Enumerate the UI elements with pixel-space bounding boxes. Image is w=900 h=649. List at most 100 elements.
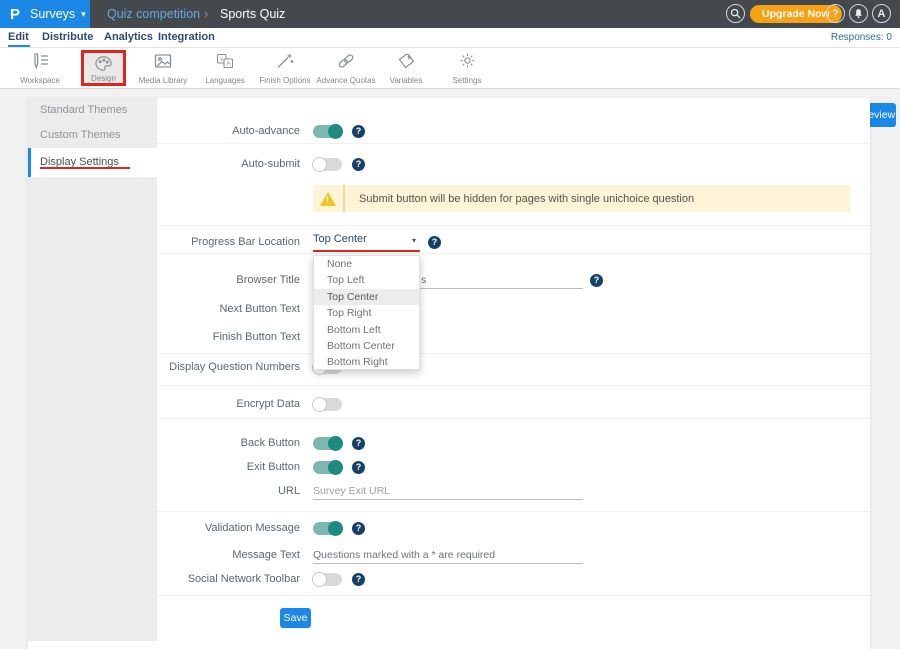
breadcrumb-separator: › [204, 7, 208, 21]
exit-url-input[interactable] [313, 482, 583, 500]
dropdown-option-bottom-right[interactable]: Bottom Right [314, 354, 419, 370]
social-network-toolbar-toggle[interactable] [313, 573, 342, 586]
message-text-input[interactable] [313, 546, 583, 564]
tab-distribute[interactable]: Distribute [42, 31, 93, 43]
variables-icon [397, 52, 416, 69]
toolbar-media-library[interactable]: Media Library [131, 52, 195, 85]
sidebar-item-display-settings[interactable]: Display Settings [28, 148, 157, 177]
validation-message-toggle[interactable] [313, 522, 342, 535]
dropdown-option-bottom-left[interactable]: Bottom Left [314, 322, 419, 338]
display-settings-content: Auto-advance ? Auto-submit ? Submit butt… [157, 98, 870, 649]
help-button[interactable]: ? [826, 4, 845, 23]
toolbar-languages-label: Languages [205, 76, 245, 85]
notifications-button[interactable] [849, 4, 868, 23]
save-button[interactable]: Save [280, 608, 311, 628]
message-text-label: Message Text [157, 549, 300, 562]
design-icon [94, 55, 113, 72]
encrypt-data-label: Encrypt Data [157, 398, 300, 411]
auto-advance-help-icon[interactable]: ? [352, 125, 365, 138]
dropdown-option-none[interactable]: None [314, 256, 419, 272]
toggle-knob [312, 157, 327, 172]
browser-title-label: Browser Title [157, 274, 300, 287]
exit-button-help-icon[interactable]: ? [352, 461, 365, 474]
toolbar-workspace[interactable]: Workspace [10, 52, 70, 85]
tab-integration[interactable]: Integration [158, 31, 215, 43]
dropdown-option-top-left[interactable]: Top Left [314, 272, 419, 288]
tab-edit[interactable]: Edit [8, 31, 29, 43]
back-button-label: Back Button [157, 437, 300, 450]
dropdown-option-top-right[interactable]: Top Right [314, 305, 419, 321]
encrypt-data-toggle[interactable] [313, 398, 342, 411]
social-network-toolbar-label: Social Network Toolbar [157, 573, 300, 586]
toolbar-variables-label: Variables [390, 76, 423, 85]
toolbar-workspace-label: Workspace [20, 76, 60, 85]
design-sidebar: Standard Themes Custom Themes Display Se… [28, 98, 157, 641]
breadcrumb-parent[interactable]: Quiz competition [107, 7, 200, 21]
search-button[interactable] [726, 4, 745, 23]
breadcrumb-current: Sports Quiz [220, 7, 285, 21]
progress-bar-location-help-icon[interactable]: ? [428, 236, 441, 249]
toolbar-finish-options[interactable]: Finish Options [255, 52, 315, 85]
display-question-numbers-label: Display Question Numbers [157, 361, 300, 374]
auto-submit-label: Auto-submit [157, 158, 300, 171]
browser-title-visible-text: s [421, 274, 426, 286]
dropdown-option-top-center[interactable]: Top Center [314, 289, 419, 305]
avatar[interactable]: A [872, 4, 891, 23]
survey-tab-bar: Edit Distribute Analytics Integration Re… [0, 28, 900, 48]
divider [157, 253, 870, 254]
responses-count[interactable]: Responses: 0 [831, 32, 892, 43]
tab-analytics[interactable]: Analytics [104, 31, 153, 43]
toolbar-languages[interactable]: xA Languages [197, 52, 253, 85]
divider [157, 225, 870, 226]
toolbar-design[interactable]: Design [81, 50, 126, 86]
annotation-display-settings-underline [40, 167, 130, 169]
sidebar-item-standard-themes[interactable]: Standard Themes [28, 98, 157, 123]
divider [157, 595, 870, 596]
auto-advance-toggle[interactable] [313, 125, 342, 138]
sidebar-item-custom-themes[interactable]: Custom Themes [28, 123, 157, 148]
surveys-menu[interactable]: P Surveys ▾ [0, 0, 90, 28]
progress-bar-location-dropdown: None Top Left Top Center Top Right Botto… [313, 255, 420, 370]
progress-bar-location-label: Progress Bar Location [157, 236, 300, 249]
surveys-menu-label: Surveys [30, 7, 75, 21]
finish-options-icon [275, 52, 295, 70]
validation-message-label: Validation Message [157, 522, 300, 535]
progress-bar-location-value: Top Center [313, 233, 367, 245]
workspace-icon [30, 52, 50, 70]
back-button-toggle[interactable] [313, 437, 342, 450]
exit-button-toggle[interactable] [313, 461, 342, 474]
toggle-knob [328, 436, 343, 451]
warning-text: Submit button will be hidden for pages w… [359, 193, 694, 205]
auto-submit-help-icon[interactable]: ? [352, 158, 365, 171]
divider [157, 353, 870, 354]
toolbar-advance-quotas[interactable]: Advance Quotas [317, 52, 375, 85]
toggle-knob [312, 572, 327, 587]
toolbar-media-library-label: Media Library [139, 76, 187, 85]
media-library-icon [153, 52, 173, 70]
toggle-knob [328, 124, 343, 139]
browser-title-help-icon[interactable]: ? [590, 274, 603, 287]
toolbar-settings[interactable]: Settings [443, 52, 491, 85]
auto-submit-toggle[interactable] [313, 158, 342, 171]
dropdown-option-bottom-center[interactable]: Bottom Center [314, 338, 419, 354]
app-window: P Surveys ▾ Quiz competition › Sports Qu… [0, 0, 900, 649]
progress-bar-location-select[interactable]: Top Center ▾ [313, 233, 420, 249]
divider [157, 418, 870, 419]
next-button-text-label: Next Button Text [157, 303, 300, 316]
toolbar-variables[interactable]: Variables [380, 52, 432, 85]
svg-text:A: A [226, 61, 231, 68]
social-network-toolbar-help-icon[interactable]: ? [352, 573, 365, 586]
annotation-progress-select-underline [313, 250, 420, 252]
design-toolbar: Workspace Design Media Library xA Langua… [0, 48, 900, 89]
question-icon: ? [832, 8, 839, 20]
toolbar-design-label: Design [91, 74, 116, 83]
toggle-knob [312, 397, 327, 412]
questionpro-logo-icon: P [10, 6, 20, 23]
top-bar: P Surveys ▾ Quiz competition › Sports Qu… [0, 0, 900, 28]
back-button-help-icon[interactable]: ? [352, 437, 365, 450]
svg-text:x: x [220, 56, 224, 63]
divider [157, 511, 870, 512]
divider [157, 143, 870, 144]
avatar-letter: A [878, 8, 886, 20]
validation-message-help-icon[interactable]: ? [352, 522, 365, 535]
